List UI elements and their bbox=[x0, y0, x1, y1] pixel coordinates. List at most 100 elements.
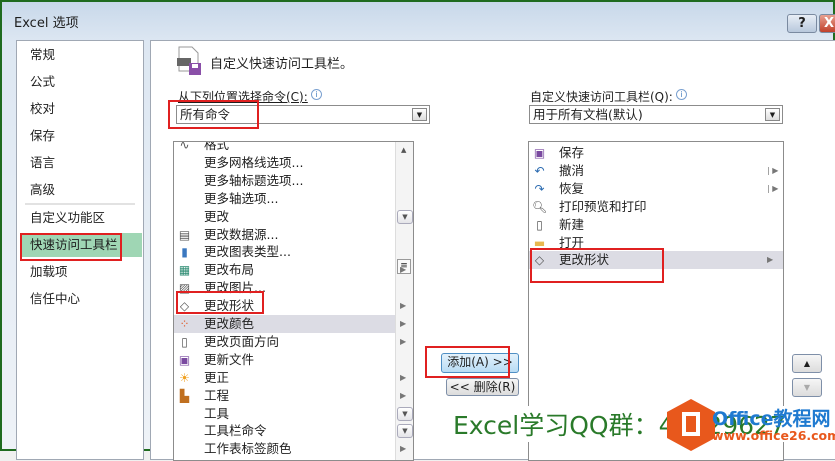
list-item[interactable]: ▦ 更改布局 ▶ bbox=[174, 261, 406, 279]
list-item-label: 保存 bbox=[559, 145, 585, 160]
list-item-label: 更改图表类型... bbox=[204, 244, 291, 260]
list-item-label: 工具栏命令 bbox=[204, 423, 267, 439]
section-title: 自定义快速访问工具栏。 bbox=[210, 57, 354, 72]
project-icon: ▙ bbox=[179, 388, 190, 403]
list-item-label: 新建 bbox=[559, 216, 585, 232]
list-item[interactable]: 更多轴选项... bbox=[174, 190, 395, 208]
highlight-box-add bbox=[425, 346, 510, 378]
highlight-box-command bbox=[176, 291, 264, 314]
toolbar-scope-value: 用于所有文档(默认) bbox=[533, 107, 643, 122]
nav-item-4[interactable]: 语言 bbox=[21, 151, 142, 175]
bar-chart-icon: ▮ bbox=[181, 245, 188, 260]
chevron-down-icon[interactable]: ▼ bbox=[412, 108, 427, 121]
logo-title: Office教程网 bbox=[712, 408, 831, 430]
redo-icon: ↷ bbox=[534, 181, 545, 196]
list-item[interactable]: 更改 ▼ bbox=[174, 208, 413, 226]
submenu-arrow-icon: ▶ bbox=[400, 444, 407, 454]
submenu-arrow-icon: ▶ bbox=[400, 265, 407, 275]
list-item[interactable]: 工具栏命令 ▼ bbox=[174, 422, 413, 440]
list-item[interactable]: ▤ 更改数据源... bbox=[174, 226, 395, 244]
list-item[interactable]: ↶ 撤消 | ▶ bbox=[529, 162, 783, 180]
nav-item-8[interactable]: 加载项 bbox=[21, 260, 142, 284]
help-button[interactable]: ? bbox=[787, 14, 817, 33]
submenu-arrow-icon: ▶ bbox=[767, 255, 774, 265]
orientation-icon: ▯ bbox=[181, 334, 188, 349]
move-up-button[interactable]: ▲ bbox=[792, 354, 822, 373]
list-item[interactable]: ∿ 格式 bbox=[174, 141, 395, 154]
info-icon: i bbox=[676, 89, 687, 100]
layout-icon: ▦ bbox=[178, 263, 191, 278]
list-item[interactable]: ↷ 恢复 | ▶ bbox=[529, 180, 783, 198]
list-item-label: 更改数据源... bbox=[204, 226, 279, 242]
list-item[interactable]: ▣ 保存 bbox=[529, 144, 783, 162]
list-item[interactable]: ☀ 更正 ▶ bbox=[174, 369, 406, 387]
sun-icon: ☀ bbox=[179, 370, 190, 385]
submenu-arrow-icon: | ▶ bbox=[767, 165, 779, 175]
submenu-arrow-icon: ▶ bbox=[400, 390, 407, 400]
dropdown-icon[interactable]: ▼ bbox=[397, 209, 413, 224]
dropdown-icon[interactable]: ▼ bbox=[397, 406, 413, 421]
update-file-icon: ▣ bbox=[178, 352, 191, 367]
logo-url: www.office26.com bbox=[712, 428, 835, 443]
colors-icon: ⁘ bbox=[179, 317, 190, 331]
move-down-button[interactable]: ▼ bbox=[792, 378, 822, 397]
nav-item-3[interactable]: 保存 bbox=[21, 124, 142, 148]
submenu-arrow-icon: | ▶ bbox=[767, 183, 779, 193]
list-item[interactable]: 更多轴标题选项... bbox=[174, 172, 395, 190]
highlight-box-added bbox=[530, 248, 664, 283]
list-item-label: 打印预览和打印 bbox=[559, 198, 647, 214]
list-item-label: 更改颜色 bbox=[204, 316, 255, 331]
list-item-label: 工程 bbox=[204, 387, 230, 403]
nav-item-6[interactable]: 自定义功能区 bbox=[21, 206, 142, 230]
list-item[interactable]: ▯ 新建 bbox=[529, 216, 783, 234]
list-item-label: 撤消 bbox=[559, 162, 585, 178]
list-item-label: 更多轴标题选项... bbox=[204, 172, 304, 188]
print-preview-icon: 🔍︎ bbox=[532, 199, 548, 214]
list-item-label: 更改页面方向 bbox=[204, 333, 280, 349]
list-item[interactable]: ▮ 更改图表类型... bbox=[174, 243, 395, 261]
chevron-down-icon[interactable]: ▼ bbox=[765, 108, 780, 121]
arrow-down-icon: ▼ bbox=[803, 383, 811, 392]
list-item-label: 工具 bbox=[204, 405, 230, 421]
highlight-box-nav bbox=[20, 233, 122, 261]
nav-item-0[interactable]: 常规 bbox=[21, 43, 142, 67]
arrow-up-icon: ▲ bbox=[803, 359, 811, 368]
scroll-up-icon[interactable]: ▲ bbox=[401, 146, 406, 154]
list-item-label: 更新文件 bbox=[204, 351, 255, 367]
toolbar-scope-label: 自定义快速访问工具栏(Q): bbox=[530, 90, 673, 104]
list-item-label: 恢复 bbox=[559, 180, 585, 196]
nav-item-5[interactable]: 高级 bbox=[21, 178, 142, 202]
list-item[interactable]: ▣ 更新文件 bbox=[174, 351, 395, 369]
chart-line-icon: ∿ bbox=[179, 141, 190, 152]
list-item[interactable]: 🔍︎ 打印预览和打印 bbox=[529, 198, 783, 216]
window-title: Excel 选项 bbox=[14, 16, 79, 31]
toolbar-scope-select[interactable]: 用于所有文档(默认) ▼ bbox=[529, 105, 783, 124]
submenu-arrow-icon: ▶ bbox=[400, 336, 407, 346]
list-item-label: 更改布局 bbox=[204, 262, 255, 278]
list-item[interactable]: ▯ 更改页面方向 ▶ bbox=[174, 333, 406, 351]
highlight-box-source bbox=[168, 100, 259, 129]
list-item-label: 更多网格线选项... bbox=[204, 154, 304, 170]
office-logo-mark bbox=[682, 412, 700, 436]
list-item[interactable]: 更多网格线选项... bbox=[174, 154, 395, 172]
list-item-label: 工作表标签颜色 bbox=[204, 441, 292, 457]
list-item[interactable]: 工作表标签颜色 ▶ bbox=[174, 440, 406, 458]
nav-item-1[interactable]: 公式 bbox=[21, 70, 142, 94]
nav-divider bbox=[25, 203, 135, 205]
new-file-icon: ▯ bbox=[536, 217, 543, 232]
save-icon: ▣ bbox=[533, 146, 546, 160]
list-item-label: 格式 bbox=[204, 141, 230, 152]
close-button[interactable]: X bbox=[819, 14, 835, 33]
list-item[interactable]: 工具 ▼ bbox=[174, 405, 413, 423]
nav-item-2[interactable]: 校对 bbox=[21, 97, 142, 121]
list-item[interactable]: ⁘ 更改颜色 ▶ bbox=[174, 315, 406, 333]
undo-icon: ↶ bbox=[534, 163, 545, 178]
submenu-arrow-icon: ▶ bbox=[400, 319, 407, 328]
submenu-arrow-icon: ▶ bbox=[400, 301, 407, 311]
nav-item-9[interactable]: 信任中心 bbox=[21, 287, 142, 311]
dropdown-icon[interactable]: ▼ bbox=[397, 424, 413, 439]
list-item[interactable]: ▙ 工程 ▶ bbox=[174, 387, 406, 405]
remove-button[interactable]: << 删除(R) bbox=[446, 378, 519, 396]
data-source-icon: ▤ bbox=[178, 227, 191, 242]
info-icon: i bbox=[311, 89, 322, 100]
